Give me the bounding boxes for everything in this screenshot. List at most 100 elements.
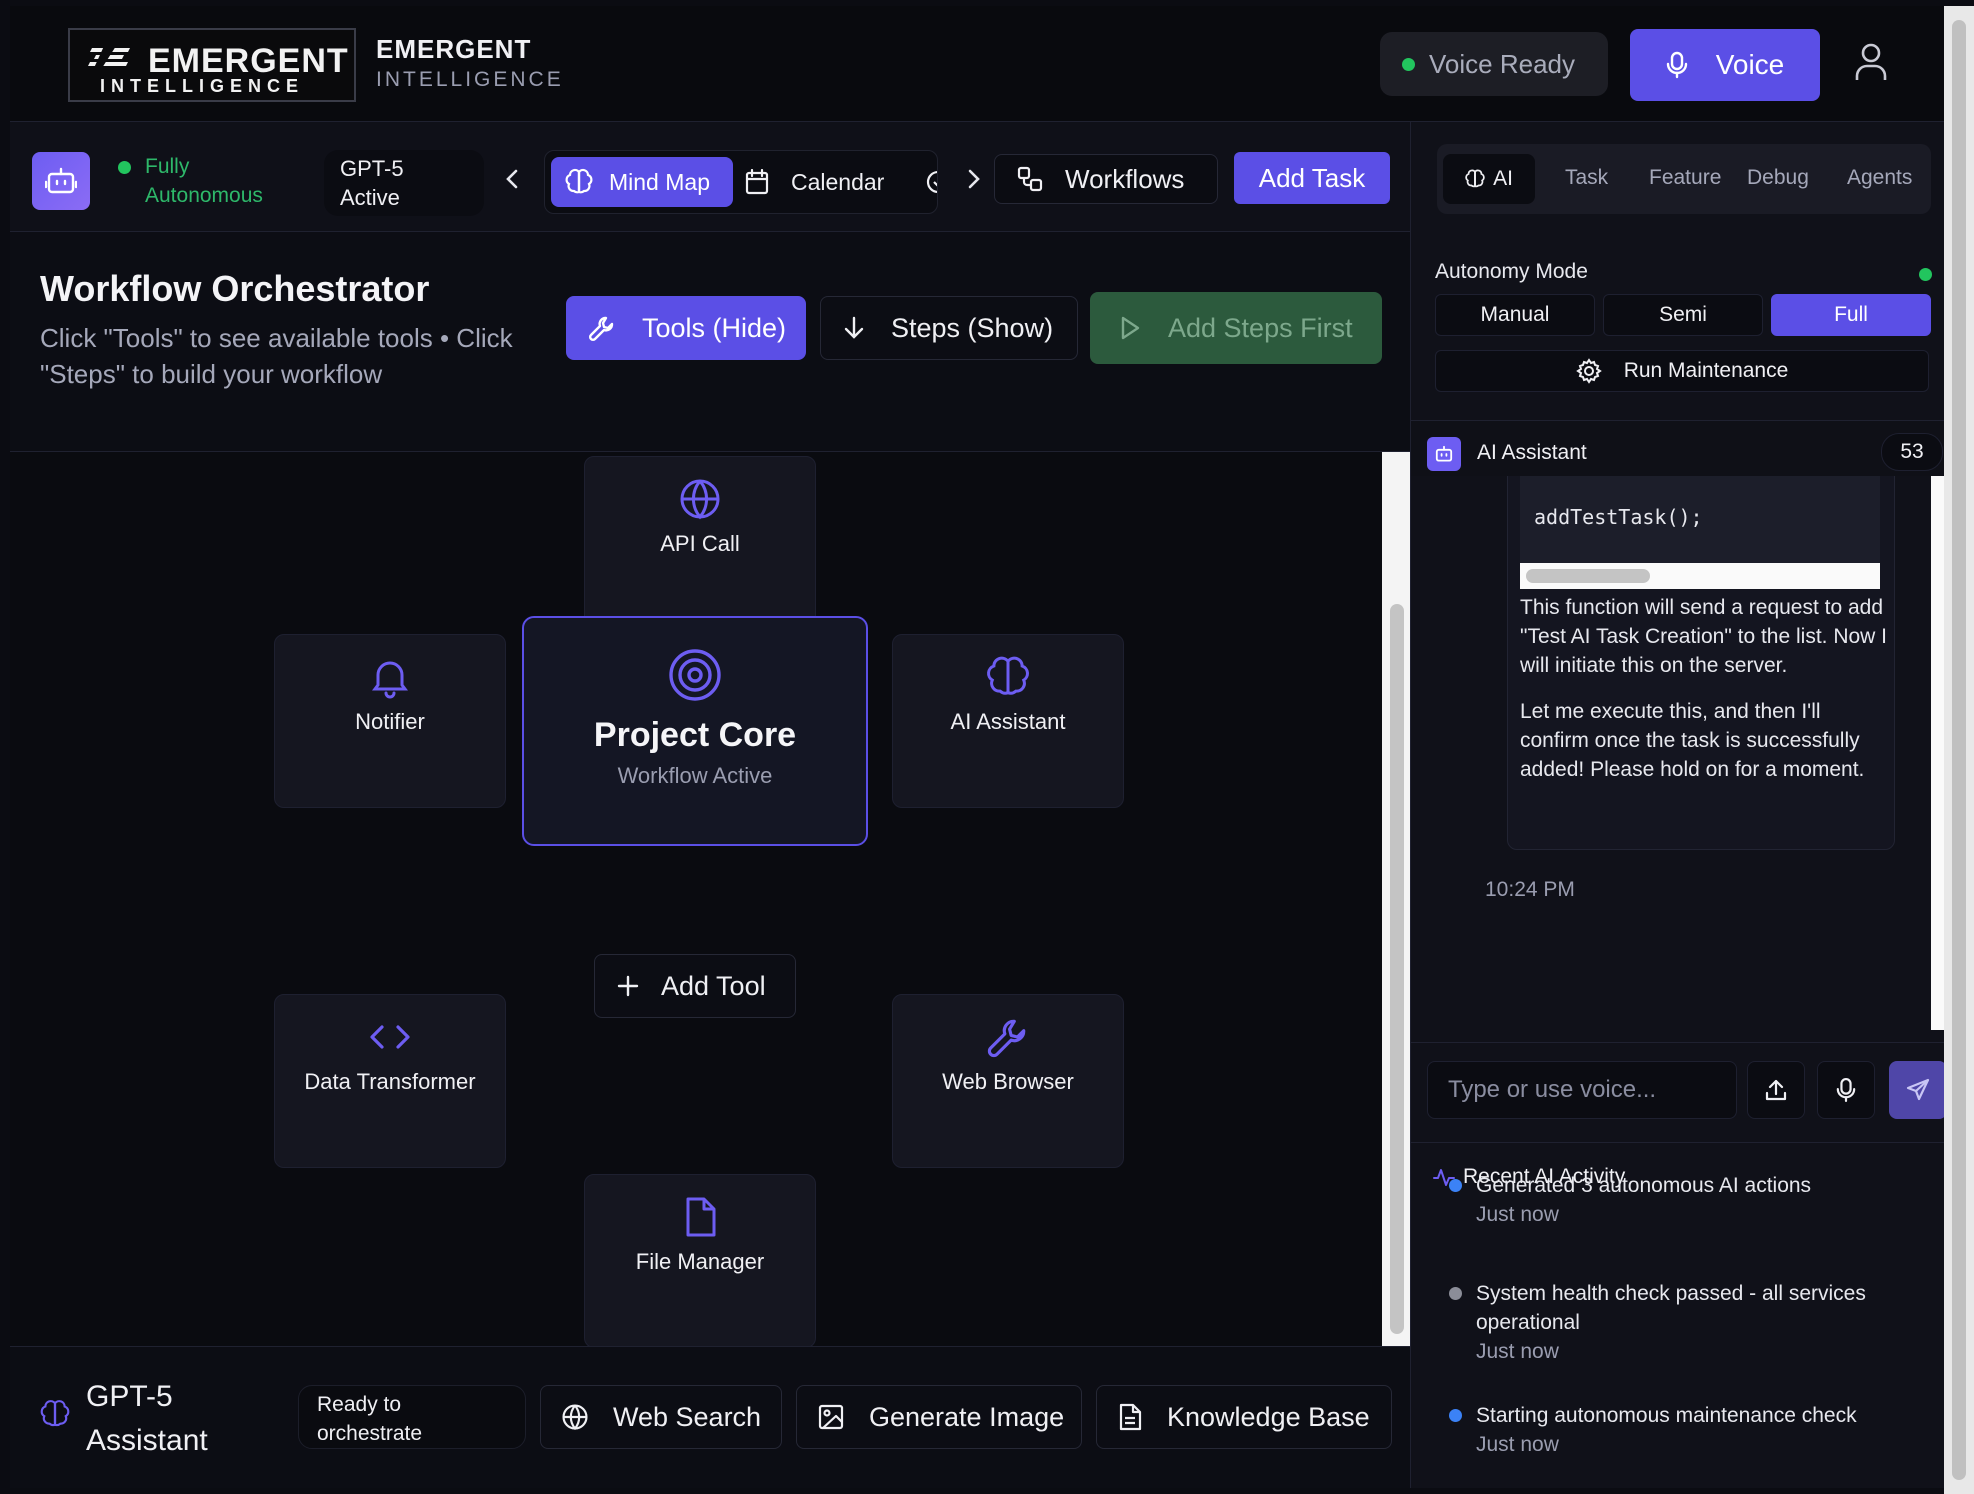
user-icon[interactable]: [1854, 42, 1888, 82]
tool-node-web-browser[interactable]: Web Browser: [892, 994, 1124, 1168]
tools-toggle-button[interactable]: Tools (Hide): [566, 296, 806, 360]
send-icon: [1905, 1077, 1931, 1103]
activity-dot-icon: [1449, 1287, 1462, 1300]
activity-text: Starting autonomous maintenance check: [1476, 1404, 1857, 1427]
project-core-node[interactable]: Project Core Workflow Active: [522, 616, 868, 846]
page-title: Workflow Orchestrator: [40, 268, 430, 309]
ai-side-panel: AI Task Feature Debug Agents Autonomy Mo…: [1410, 122, 1954, 1488]
canvas-scrollbar-thumb[interactable]: [1390, 604, 1404, 1334]
tab-debug[interactable]: Debug: [1747, 166, 1809, 190]
tab-task[interactable]: Task: [1565, 166, 1608, 190]
brand-name: EMERGENT: [376, 34, 532, 64]
wrench-icon: [588, 314, 616, 342]
steps-toggle-label: Steps (Show): [891, 312, 1054, 343]
steps-toggle-button[interactable]: Steps (Show): [820, 296, 1078, 360]
tab-agents[interactable]: Agents: [1847, 166, 1912, 190]
main-toolbar: Fully Autonomous GPT-5 Active Mind Map C…: [10, 122, 1410, 232]
tool-node-file-manager[interactable]: File Manager: [584, 1174, 816, 1346]
knowledge-base-button[interactable]: Knowledge Base: [1096, 1385, 1392, 1449]
play-icon: [1118, 315, 1142, 341]
assistant-chat-header: AI Assistant 53: [1411, 420, 1954, 476]
tab-ai-label: AI: [1493, 167, 1513, 190]
activity-item: Starting autonomous maintenance check Ju…: [1449, 1401, 1909, 1459]
project-core-title: Project Core: [593, 716, 797, 754]
add-tool-button[interactable]: Add Tool: [594, 954, 796, 1018]
chat-input[interactable]: [1427, 1061, 1737, 1119]
run-maintenance-button[interactable]: Run Maintenance: [1435, 350, 1929, 392]
voice-input-button[interactable]: [1817, 1061, 1875, 1119]
activity-dot-icon: [1449, 1409, 1462, 1422]
top-header: EMERGENT INTELLIGENCE EMERGENT INTELLIGE…: [10, 6, 1954, 122]
brand-tagline: INTELLIGENCE: [376, 68, 564, 91]
canvas-scrollbar[interactable]: [1382, 452, 1410, 1346]
logo-subtitle: INTELLIGENCE: [100, 76, 305, 96]
chat-composer: [1411, 1042, 1954, 1142]
code-horizontal-scrollbar[interactable]: [1520, 563, 1880, 589]
recent-activity: Recent AI Activity Generated 3 autonomou…: [1411, 1142, 1954, 1488]
page-scrollbar-thumb[interactable]: [1952, 20, 1966, 1480]
code-icon: [368, 1015, 412, 1059]
assistant-footer: GPT-5 Assistant Ready to orchestrate Web S…: [10, 1346, 1410, 1488]
voice-status-label: Voice Ready: [1429, 48, 1575, 79]
tool-node-label: Notifier: [355, 709, 425, 734]
mode-full-button[interactable]: Full: [1771, 294, 1931, 336]
upload-button[interactable]: [1747, 1061, 1805, 1119]
add-task-button[interactable]: Add Task: [1234, 152, 1390, 204]
upload-icon: [1764, 1078, 1788, 1102]
project-core-status: Workflow Active: [617, 763, 773, 788]
tab-mind-map-label: Mind Map: [609, 168, 710, 195]
tool-node-api-call[interactable]: API Call: [584, 456, 816, 630]
workflows-label: Workflows: [1065, 163, 1185, 194]
orchestrator-description: Click "Tools" to see available tools • C…: [40, 323, 513, 389]
run-workflow-button[interactable]: Add Steps First: [1090, 292, 1382, 364]
tab-calendar[interactable]: Calendar: [745, 157, 884, 207]
image-icon: [817, 1403, 845, 1431]
run-workflow-label: Add Steps First: [1168, 312, 1353, 343]
logo[interactable]: EMERGENT INTELLIGENCE: [68, 28, 356, 102]
chat-messages[interactable]: addTestTask(); This function will send a…: [1411, 476, 1931, 1030]
code-scrollbar-thumb[interactable]: [1526, 569, 1650, 583]
tab-mind-map[interactable]: Mind Map: [551, 157, 733, 207]
view-switcher: Mind Map Calendar: [544, 150, 938, 214]
chevron-right-icon[interactable]: [966, 168, 982, 190]
autonomy-mode-label: Autonomy Mode: [1435, 260, 1588, 283]
generate-image-button[interactable]: Generate Image: [796, 1385, 1082, 1449]
send-button[interactable]: [1889, 1061, 1947, 1119]
plus-icon: [617, 975, 639, 997]
assistant-chat-title: AI Assistant: [1477, 441, 1587, 464]
voice-button[interactable]: Voice: [1630, 29, 1820, 101]
panel-tabs: AI Task Feature Debug Agents: [1437, 144, 1931, 214]
microphone-icon: [1836, 1077, 1856, 1103]
message-paragraph: This function will send a request to add…: [1520, 596, 1888, 677]
tool-node-data-transformer[interactable]: Data Transformer: [274, 994, 506, 1168]
bell-icon: [368, 655, 412, 699]
workflows-button[interactable]: Workflows: [994, 154, 1218, 204]
brain-icon: [565, 168, 593, 196]
activity-time: Just now: [1476, 1203, 1559, 1226]
tool-node-notifier[interactable]: Notifier: [274, 634, 506, 808]
activity-text: Generated 3 autonomous AI actions: [1476, 1174, 1812, 1197]
message-timestamp: 10:24 PM: [1485, 878, 1575, 901]
microphone-icon: [1666, 51, 1688, 79]
mind-map-canvas[interactable]: API Call Notifier AI Assistant Project C…: [10, 452, 1382, 1346]
tool-node-label: File Manager: [635, 1249, 765, 1274]
clock-check-icon[interactable]: [925, 169, 937, 195]
chevron-left-icon[interactable]: [504, 168, 520, 190]
brain-icon: [1465, 169, 1485, 189]
autonomy-status-line2: Autonomous: [145, 184, 263, 207]
web-search-button[interactable]: Web Search: [540, 1385, 782, 1449]
tab-ai[interactable]: AI: [1443, 154, 1535, 204]
mode-semi-button[interactable]: Semi: [1603, 294, 1763, 336]
assistant-name-line2: Assistant: [86, 1424, 208, 1457]
tool-node-ai-assistant[interactable]: AI Assistant: [892, 634, 1124, 808]
file-icon: [678, 1195, 722, 1239]
bot-icon[interactable]: [32, 152, 90, 210]
logo-mark-icon: [86, 44, 138, 70]
page-scrollbar[interactable]: [1944, 6, 1974, 1494]
mode-manual-button[interactable]: Manual: [1435, 294, 1595, 336]
tab-feature[interactable]: Feature: [1649, 166, 1721, 190]
activity-item: System health check passed - all service…: [1449, 1279, 1909, 1366]
model-name: GPT-5: [340, 156, 404, 181]
tool-node-label: Data Transformer: [304, 1069, 476, 1094]
activity-dot-icon: [1449, 1179, 1462, 1192]
